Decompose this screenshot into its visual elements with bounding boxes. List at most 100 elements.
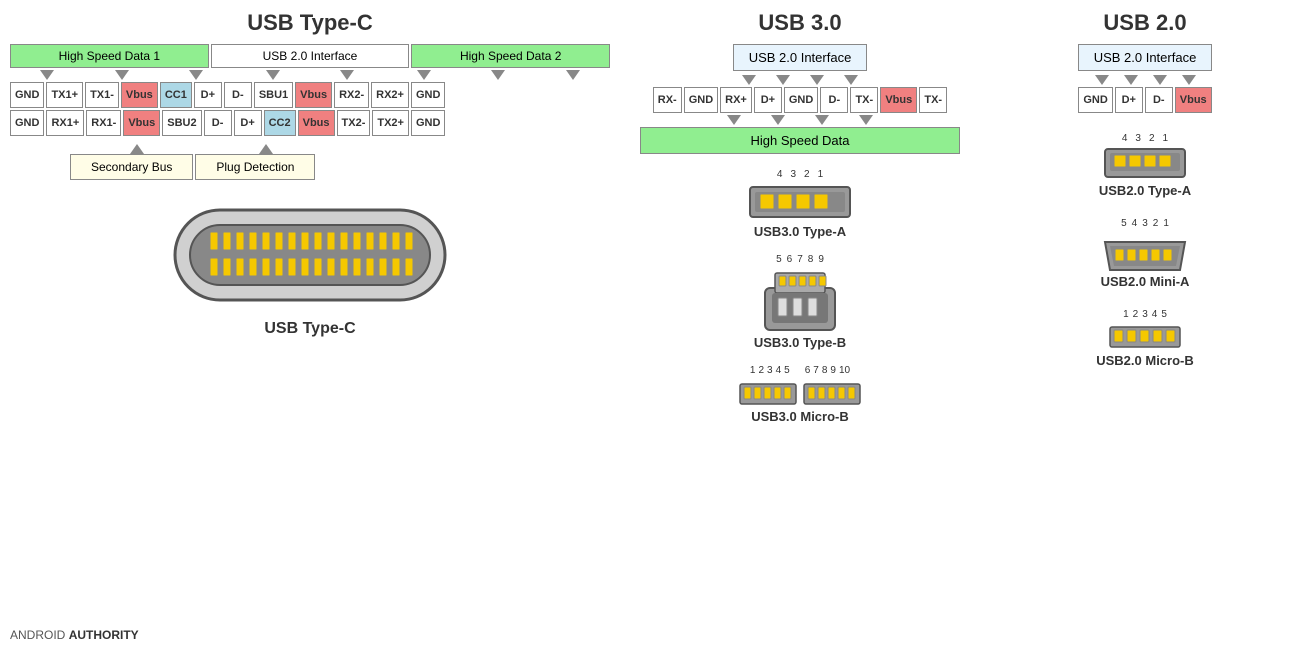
arrow-down-3 xyxy=(189,70,203,80)
typec-title: USB Type-C xyxy=(10,10,610,36)
usb30-connectors: 4 3 2 1 USB3.0 Type-A xyxy=(620,169,980,424)
pin-gnd: GND xyxy=(10,110,44,136)
usb20-arrow2 xyxy=(1124,75,1138,85)
usb30-pins: RX-GNDRX+D+GNDD-TX-VbusTX- xyxy=(620,87,980,113)
pin-gnd: GND xyxy=(10,82,44,108)
usb20-arrow1 xyxy=(1095,75,1109,85)
usb30-typeb-label: USB3.0 Type-B xyxy=(754,335,846,350)
usb20-microb-label: USB2.0 Micro-B xyxy=(1096,353,1194,368)
usb20-arrow4 xyxy=(1182,75,1196,85)
usb20-typea-nums: 4 3 2 1 xyxy=(1122,133,1168,144)
pin-tx2-minusplus: TX2+ xyxy=(372,110,409,136)
usb30-arrow4 xyxy=(844,75,858,85)
usb20-microb-nums: 1 2 3 4 5 xyxy=(1123,309,1167,320)
typec-arrows-row xyxy=(10,70,610,80)
pin-rx2-minus: RX2- xyxy=(334,82,369,108)
pin-vbus: Vbus xyxy=(121,82,158,108)
usb30-arrows-down xyxy=(620,75,980,85)
usb30-microb-left-svg xyxy=(738,379,798,407)
pin-sbu1: SBU1 xyxy=(254,82,293,108)
usb30-typea-label: USB3.0 Type-A xyxy=(754,224,846,239)
pin-rx1-minus: RX1- xyxy=(86,110,121,136)
usb20-microb-svg xyxy=(1105,323,1185,351)
usb20-typea: 4 3 2 1 USB2.0 Type-A xyxy=(1099,133,1191,198)
arrow-down-6 xyxy=(417,70,431,80)
typec-pins: GNDTX1+TX1-VbusCC1D+D-SBU1VbusRX2-RX2+GN… xyxy=(10,82,610,136)
usb30-interface-area: USB 2.0 Interface xyxy=(620,44,980,71)
pin-gnd: GND xyxy=(784,87,818,113)
usb20-microb: 1 2 3 4 5 USB2.0 Micro-B xyxy=(1096,309,1194,368)
pin-sbu2: SBU2 xyxy=(162,110,201,136)
usb20-minia-label: USB2.0 Mini-A xyxy=(1101,274,1190,289)
usb30-arrow3 xyxy=(810,75,824,85)
pin-tx-minus: TX- xyxy=(850,87,878,113)
usb20-connectors: 4 3 2 1 USB2.0 Type-A xyxy=(1000,133,1290,368)
usb30-hs-arrow2 xyxy=(771,115,785,125)
pin-tx1-minus: TX1- xyxy=(85,82,119,108)
pin-rx-minus: RX- xyxy=(653,87,682,113)
sec-plug-boxes: Secondary Bus Plug Detection xyxy=(70,154,610,180)
usb30-arrow1 xyxy=(742,75,756,85)
usb20-arrow3 xyxy=(1153,75,1167,85)
typec-connector-svg xyxy=(165,190,455,320)
usb30-hs-arrow4 xyxy=(859,115,873,125)
usb30-interface-box: USB 2.0 Interface xyxy=(733,44,868,71)
pin-d-minusplus: D+ xyxy=(234,110,262,136)
usb20-title: USB 2.0 xyxy=(1000,10,1290,36)
usb20-column: USB 2.0 USB 2.0 Interface GNDD+D-Vbus 4 xyxy=(980,10,1290,424)
plug-detection-box: Plug Detection xyxy=(195,154,315,180)
arrow-down-5 xyxy=(340,70,354,80)
usb30-hs-arrow3 xyxy=(815,115,829,125)
typec-row2: GNDRX1+RX1-VbusSBU2D-D+CC2VbusTX2-TX2+GN… xyxy=(10,110,610,136)
usb30-typeb-nums: 5 6 7 8 9 xyxy=(776,254,824,265)
watermark-android: ANDROID xyxy=(10,628,65,642)
pin-vbus: Vbus xyxy=(1175,87,1212,113)
usb20-pins: GNDD+D-Vbus xyxy=(1000,87,1290,113)
pin-d-minus: D- xyxy=(820,87,848,113)
pin-tx2-minus: TX2- xyxy=(337,110,371,136)
usb30-title: USB 3.0 xyxy=(620,10,980,36)
watermark-authority: AUTHORITY xyxy=(69,628,139,642)
typec-column: USB Type-C High Speed Data 1 USB 2.0 Int… xyxy=(10,10,610,424)
usb20-typea-label: USB2.0 Type-A xyxy=(1099,183,1191,198)
usb20-typea-svg xyxy=(1100,146,1190,181)
usb30-typeb: 5 6 7 8 9 xyxy=(754,254,846,350)
usb30-arrows-hs xyxy=(620,115,980,125)
pin-rx-minusplus: RX+ xyxy=(720,87,752,113)
pin-cc2: CC2 xyxy=(264,110,296,136)
pin-tx-minus: TX- xyxy=(919,87,947,113)
usb30-typea-nums: 4 3 2 1 xyxy=(777,169,823,180)
usb30-microb-right-svg xyxy=(802,379,862,407)
arrow-down-8 xyxy=(566,70,580,80)
pin-cc1: CC1 xyxy=(160,82,192,108)
secondary-bus-box: Secondary Bus xyxy=(70,154,193,180)
pin-d-minusplus: D+ xyxy=(754,87,782,113)
arrow-down-1 xyxy=(40,70,54,80)
pin-vbus: Vbus xyxy=(295,82,332,108)
typec-group-usb2: USB 2.0 Interface xyxy=(211,44,410,68)
main-columns: USB Type-C High Speed Data 1 USB 2.0 Int… xyxy=(10,10,1294,424)
usb30-highspeed-box: High Speed Data xyxy=(640,127,960,154)
pin-gnd: GND xyxy=(684,87,718,113)
usb30-hs-arrow1 xyxy=(727,115,741,125)
usb30-microb-connectors xyxy=(738,379,862,407)
usb20-minia-nums: 5 4 3 2 1 xyxy=(1121,218,1169,229)
pin-gnd: GND xyxy=(411,82,445,108)
pin-d-minus: D- xyxy=(224,82,252,108)
pin-vbus: Vbus xyxy=(880,87,917,113)
usb30-typea: 4 3 2 1 USB3.0 Type-A xyxy=(745,169,855,239)
pin-gnd: GND xyxy=(1078,87,1112,113)
usb30-microb-nums: 1 2 3 4 5 6 7 8 9 10 xyxy=(750,365,850,376)
pin-d-minus: D- xyxy=(204,110,232,136)
typec-group-hs2: High Speed Data 2 xyxy=(411,44,610,68)
usb30-hs-area: High Speed Data xyxy=(620,127,980,154)
usb20-minia: 5 4 3 2 1 xyxy=(1100,218,1190,289)
page: USB Type-C High Speed Data 1 USB 2.0 Int… xyxy=(0,0,1304,650)
usb20-interface-box: USB 2.0 Interface xyxy=(1078,44,1213,71)
pin-gnd: GND xyxy=(411,110,445,136)
watermark: ANDROID AUTHORITY xyxy=(10,628,139,642)
arrow-up-plug xyxy=(259,144,273,154)
arrow-up-secondary xyxy=(130,144,144,154)
usb30-microb: 1 2 3 4 5 6 7 8 9 10 xyxy=(738,365,862,424)
usb20-interface-area: USB 2.0 Interface xyxy=(1000,44,1290,71)
